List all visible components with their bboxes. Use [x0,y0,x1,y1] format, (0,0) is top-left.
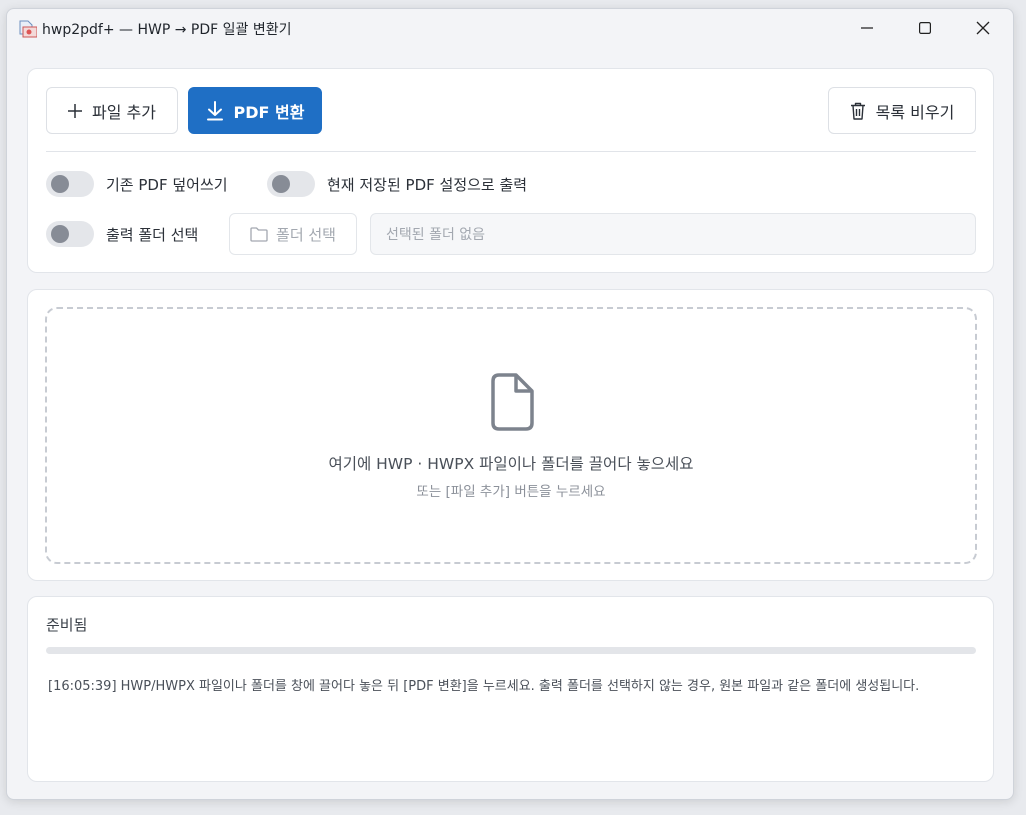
clear-list-button[interactable]: 목록 비우기 [828,87,976,134]
close-button[interactable] [954,9,1012,47]
document-icon [491,373,534,431]
saved-settings-label: 현재 저장된 PDF 설정으로 출력 [327,175,528,194]
dropzone-main-text: 여기에 HWP · HWPX 파일이나 폴더를 끌어다 놓으세요 [328,455,694,473]
overwrite-toggle[interactable] [46,171,94,197]
toggle-knob [51,175,69,193]
folder-select-button[interactable]: 폴더 선택 [229,213,357,255]
controls-panel: 파일 추가 PDF 변환 목록 비우기 기존 PDF 덮어쓰기 현재 저장된 P… [27,68,994,273]
output-folder-label: 출력 폴더 선택 [106,225,199,244]
folder-path-field[interactable]: 선택된 폴더 없음 [370,213,976,255]
output-folder-option: 출력 폴더 선택 [46,221,198,247]
folder-icon [250,226,268,242]
convert-pdf-label: PDF 변환 [233,102,305,122]
add-file-label: 파일 추가 [92,102,156,122]
close-icon [976,21,990,35]
toggle-knob [272,175,290,193]
toggle-knob [51,225,69,243]
log-output: [16:05:39] HWP/HWPX 파일이나 폴더를 창에 끌어다 놓은 뒤… [48,679,920,694]
overwrite-label: 기존 PDF 덮어쓰기 [106,175,228,194]
divider [46,151,976,152]
status-label: 준비됨 [46,616,88,634]
app-logo-icon [17,19,38,39]
folder-path-placeholder: 선택된 폴더 없음 [386,227,486,243]
minimize-button[interactable] [838,9,896,47]
progress-bar [46,647,976,654]
folder-select-label: 폴더 선택 [276,225,336,244]
title-bar: hwp2pdf+ — HWP → PDF 일괄 변환기 [7,9,1013,49]
download-icon [206,100,223,120]
plus-icon [68,103,83,118]
saved-settings-toggle[interactable] [267,171,315,197]
dropzone-panel: 여기에 HWP · HWPX 파일이나 폴더를 끌어다 놓으세요 또는 [파일 … [27,289,994,581]
maximize-button[interactable] [896,9,954,47]
app-window: hwp2pdf+ — HWP → PDF 일괄 변환기 파일 추가 PDF 변환… [6,8,1014,800]
dropzone-sub-text: 또는 [파일 추가] 버튼을 누르세요 [416,484,606,500]
overwrite-option: 기존 PDF 덮어쓰기 [46,171,228,197]
convert-pdf-button[interactable]: PDF 변환 [188,87,322,134]
maximize-icon [919,22,931,34]
clear-list-label: 목록 비우기 [875,102,955,122]
file-dropzone[interactable]: 여기에 HWP · HWPX 파일이나 폴더를 끌어다 놓으세요 또는 [파일 … [45,307,977,564]
add-file-button[interactable]: 파일 추가 [46,87,178,134]
trash-icon [850,102,865,120]
status-panel: 준비됨 [16:05:39] HWP/HWPX 파일이나 폴더를 창에 끌어다 … [27,596,994,782]
output-folder-toggle[interactable] [46,221,94,247]
minimize-icon [861,27,873,29]
window-title: hwp2pdf+ — HWP → PDF 일괄 변환기 [42,22,292,38]
saved-settings-option: 현재 저장된 PDF 설정으로 출력 [267,171,527,197]
